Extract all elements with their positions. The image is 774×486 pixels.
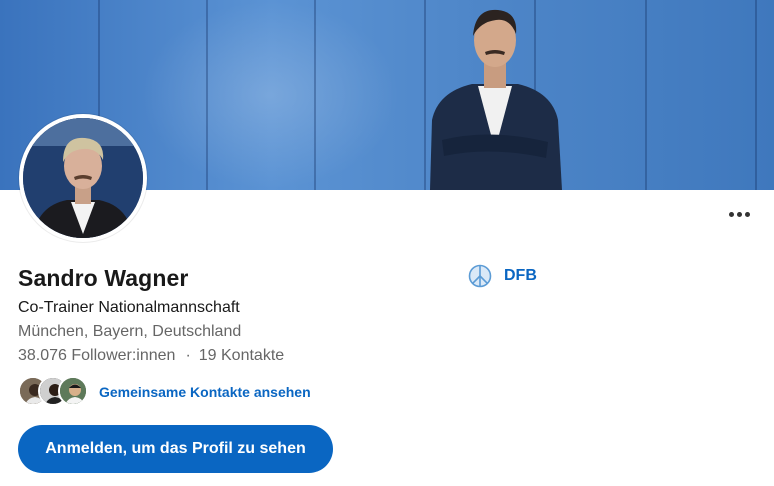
mutual-connections-label: Gemeinsame Kontakte ansehen <box>99 384 311 400</box>
current-company-link[interactable]: DFB <box>468 264 537 288</box>
profile-name: Sandro Wagner <box>18 265 189 291</box>
profile-avatar[interactable] <box>19 114 147 242</box>
profile-stats: 38.076 Follower:innen · 19 Kontakte <box>18 347 284 365</box>
signin-to-view-profile-button[interactable]: Anmelden, um das Profil zu sehen <box>18 425 333 473</box>
mutual-connections-link[interactable]: Gemeinsame Kontakte ansehen <box>18 376 311 408</box>
more-options-button[interactable] <box>724 203 754 225</box>
ellipsis-icon <box>729 212 734 217</box>
company-name: DFB <box>504 267 537 284</box>
peace-icon <box>468 264 492 288</box>
mutual-avatars <box>18 376 90 408</box>
follower-count: 38.076 Follower:innen <box>18 347 176 364</box>
stats-separator: · <box>185 347 191 364</box>
cover-person-figure <box>430 9 562 190</box>
avatar-photo <box>23 118 143 238</box>
connection-count: 19 Kontakte <box>198 347 285 364</box>
mutual-avatar <box>58 376 88 406</box>
profile-location: München, Bayern, Deutschland <box>18 323 242 340</box>
profile-headline: Co-Trainer Nationalmannschaft <box>18 299 240 316</box>
